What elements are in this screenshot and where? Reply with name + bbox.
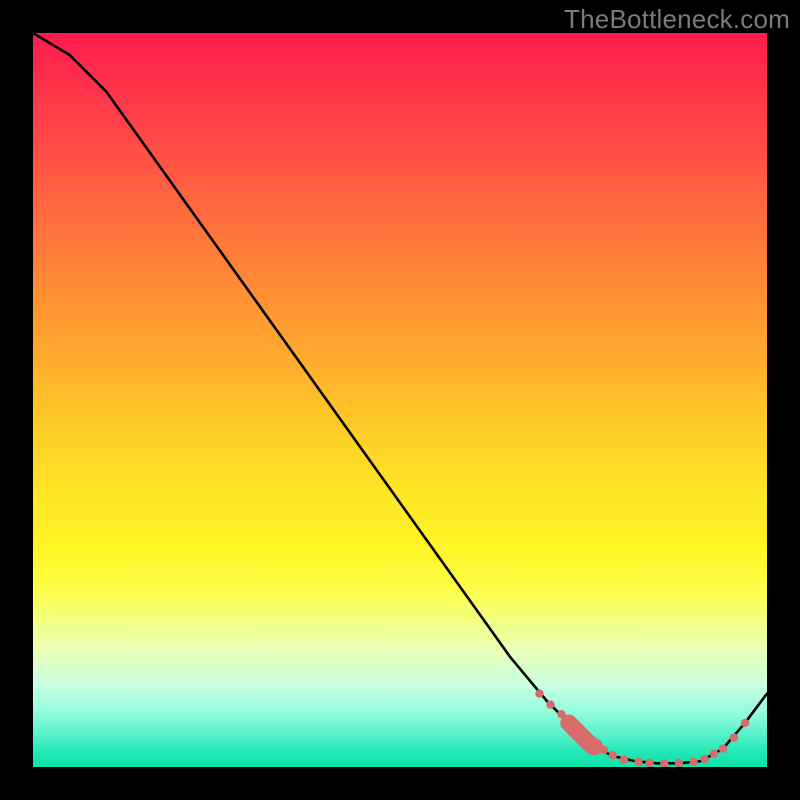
dot [535, 689, 543, 697]
dot [546, 700, 554, 708]
dot [741, 719, 749, 727]
dot [675, 759, 683, 767]
dot [710, 750, 718, 758]
curve-layer [33, 33, 767, 763]
dot [620, 755, 628, 763]
dot [660, 759, 668, 767]
dot [600, 746, 608, 754]
dot-big [586, 738, 603, 755]
dot [700, 755, 708, 763]
dot [730, 733, 738, 741]
dots-layer [535, 689, 749, 767]
dot [634, 758, 642, 766]
chart-svg [33, 33, 767, 767]
curve-path [33, 33, 767, 763]
dot [557, 710, 565, 718]
dot [645, 759, 653, 767]
plot-area [33, 33, 767, 767]
dot [719, 744, 727, 752]
chart-stage: TheBottleneck.com [0, 0, 800, 800]
watermark-label: TheBottleneck.com [564, 4, 790, 35]
dot [689, 758, 697, 766]
dot [609, 751, 617, 759]
